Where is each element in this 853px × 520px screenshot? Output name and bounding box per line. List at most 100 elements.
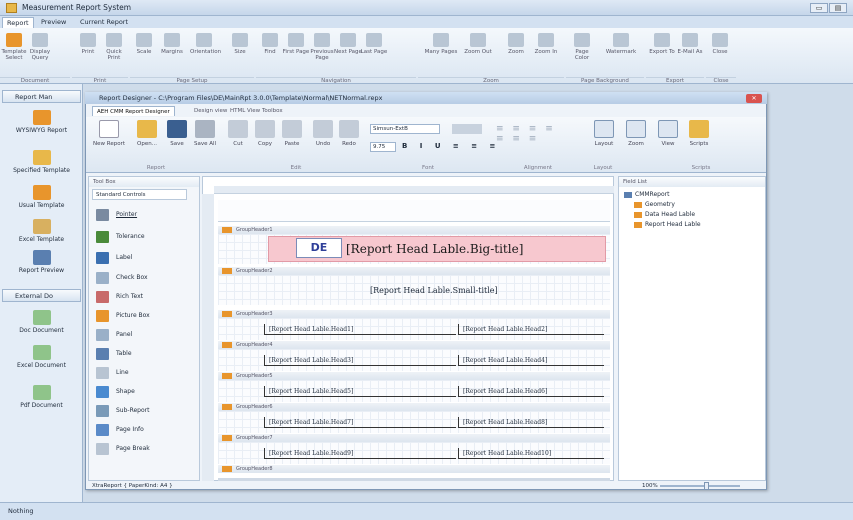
close-preview-button[interactable]: Close <box>706 31 734 71</box>
toolbox-item-picture-box[interactable]: Picture Box <box>92 307 197 325</box>
band-icon <box>222 268 232 274</box>
checkbox-icon <box>96 272 109 284</box>
head-cell[interactable]: [Report Head Lable.Head9] <box>264 448 456 459</box>
scale-button[interactable]: Scale <box>130 31 158 71</box>
field-item-geometry[interactable]: Geometry <box>634 201 675 208</box>
tab-designer[interactable]: AEH CMM Report Designer <box>92 106 175 116</box>
email-as-button[interactable]: E-Mail As <box>676 31 704 71</box>
external-doc-header[interactable]: External Do <box>2 289 81 302</box>
toolbox-item-page-break[interactable]: Page Break <box>92 440 197 458</box>
head-cell[interactable]: [Report Head Lable.Head8] <box>458 417 604 428</box>
undo-button[interactable]: Undo <box>312 120 334 147</box>
tab-current-report[interactable]: Current Report <box>76 17 132 28</box>
tab-preview[interactable]: Preview <box>37 17 70 28</box>
head-cell[interactable]: [Report Head Lable.Head4] <box>458 355 604 366</box>
toolbox-item-table[interactable]: Table <box>92 345 197 363</box>
print-button[interactable]: Print <box>74 31 102 71</box>
report-preview-item[interactable]: Report Preview <box>0 250 83 274</box>
quick-print-button[interactable]: Quick Print <box>100 31 128 71</box>
field-root[interactable]: CMMReport <box>624 191 669 198</box>
toolbox-item-pointer[interactable]: Pointer <box>92 206 197 224</box>
font-name-select[interactable]: Simsun-ExtB <box>370 124 440 134</box>
font-style-buttons[interactable]: B I U ≡ ≡ ≡ <box>402 142 500 150</box>
export-to-button[interactable]: Export To <box>648 31 676 71</box>
wysiwyg-report-item[interactable]: WYSIWYG Report <box>0 110 83 134</box>
band-header: GroupHeader1 <box>218 226 610 234</box>
band-header: GroupHeader2 <box>218 267 610 275</box>
toolbox-category[interactable]: Standard Controls <box>92 189 187 200</box>
new-report-button[interactable]: New Report <box>92 120 126 147</box>
layout-button[interactable]: Layout <box>592 120 616 147</box>
head-cell[interactable]: [Report Head Lable.Head1] <box>264 324 456 335</box>
restore-icon[interactable]: ▭ <box>810 3 828 13</box>
page-color-button[interactable]: Page Color <box>568 31 596 71</box>
head-cell[interactable]: [Report Head Lable.Head3] <box>264 355 456 366</box>
usual-template-item[interactable]: Usual Template <box>0 185 83 209</box>
watermark-button[interactable]: Watermark <box>604 31 638 71</box>
head-cell[interactable]: [Report Head Lable.Head5] <box>264 386 456 397</box>
margins-button[interactable]: Margins <box>158 31 186 71</box>
first-page-button[interactable]: First Page <box>282 31 310 71</box>
table-icon <box>96 348 109 360</box>
field-item-report-head[interactable]: Report Head Lable <box>634 221 701 228</box>
tab-report[interactable]: Report <box>2 17 34 28</box>
head-cell[interactable]: [Report Head Lable.Head2] <box>458 324 604 335</box>
designer-zoom-button[interactable]: Zoom <box>624 120 648 147</box>
options-icon[interactable]: ▤ <box>829 3 847 13</box>
head-cell[interactable]: [Report Head Lable.Head6] <box>458 386 604 397</box>
label-icon <box>96 252 109 264</box>
last-page-button[interactable]: Last Page <box>360 31 388 71</box>
template-select-button[interactable]: Template Select <box>0 31 28 71</box>
alignment-icons[interactable]: ≡ ≡ ≡ ≡ ≡ ≡ ≡ <box>496 124 580 154</box>
horizontal-scrollbar[interactable] <box>218 478 610 481</box>
toolbox-item-panel[interactable]: Panel <box>92 326 197 344</box>
email-icon <box>682 33 698 47</box>
open-button[interactable]: Open... <box>132 120 162 147</box>
specified-template-item[interactable]: Specified Template <box>0 150 83 174</box>
group-alignment: Alignment <box>523 165 553 171</box>
zoom-slider[interactable] <box>660 485 740 487</box>
next-page-button[interactable]: Next Page <box>334 31 362 71</box>
toolbox-item-sub-report[interactable]: Sub-Report <box>92 402 197 420</box>
specified-template-icon <box>32 150 51 165</box>
display-query-button[interactable]: Display Query <box>26 31 54 71</box>
orientation-button[interactable]: Orientation <box>190 31 221 71</box>
tab-toolbox[interactable]: Toolbox <box>258 106 287 116</box>
save-all-button[interactable]: Save All <box>192 120 218 147</box>
pdf-document-item[interactable]: Pdf Document <box>0 385 83 409</box>
doc-document-item[interactable]: Doc Document <box>0 310 83 334</box>
save-button[interactable]: Save <box>166 120 188 147</box>
zoom-slider-thumb[interactable] <box>704 482 709 490</box>
font-size-select[interactable]: 9.75 <box>370 142 396 152</box>
paste-button[interactable]: Paste <box>280 120 304 147</box>
head-cell[interactable]: [Report Head Lable.Head10] <box>458 448 604 459</box>
excel-document-item[interactable]: Excel Document <box>0 345 83 369</box>
field-item-data-head[interactable]: Data Head Lable <box>634 211 695 218</box>
excel-template-item[interactable]: Excel Template <box>0 219 83 243</box>
zoom-in-button[interactable]: Zoom In <box>532 31 560 71</box>
toolbox-item-label[interactable]: Label <box>92 249 197 267</box>
many-pages-button[interactable]: Many Pages <box>424 31 458 71</box>
size-button[interactable]: Size <box>226 31 254 71</box>
toolbox-item-checkbox[interactable]: Check Box <box>92 269 197 287</box>
zoom-button[interactable]: Zoom <box>502 31 530 71</box>
tolerance-icon <box>96 231 109 243</box>
toolbox-item-tolerance[interactable]: Tolerance <box>92 228 197 246</box>
report-man-header[interactable]: Report Man <box>2 90 81 103</box>
copy-button[interactable]: Copy <box>254 120 276 147</box>
head-cell[interactable]: [Report Head Lable.Head7] <box>264 417 456 428</box>
font-color-icon[interactable] <box>452 124 482 134</box>
redo-button[interactable]: Redo <box>338 120 360 147</box>
toolbox-item-shape[interactable]: Shape <box>92 383 197 401</box>
previous-page-button[interactable]: Previous Page <box>308 31 336 71</box>
find-button[interactable]: Find <box>256 31 284 71</box>
toolbox-item-line[interactable]: Line <box>92 364 197 382</box>
view-button[interactable]: View <box>656 120 680 147</box>
scripts-button[interactable]: Scripts <box>686 120 712 147</box>
toolbox-item-rich-text[interactable]: Rich Text <box>92 288 197 306</box>
designer-close-button[interactable]: ✕ <box>746 94 762 103</box>
cut-button[interactable]: Cut <box>228 120 248 147</box>
toolbox-item-page-info[interactable]: Page Info <box>92 421 197 439</box>
band-icon <box>222 227 232 233</box>
zoom-out-button[interactable]: Zoom Out <box>464 31 492 71</box>
